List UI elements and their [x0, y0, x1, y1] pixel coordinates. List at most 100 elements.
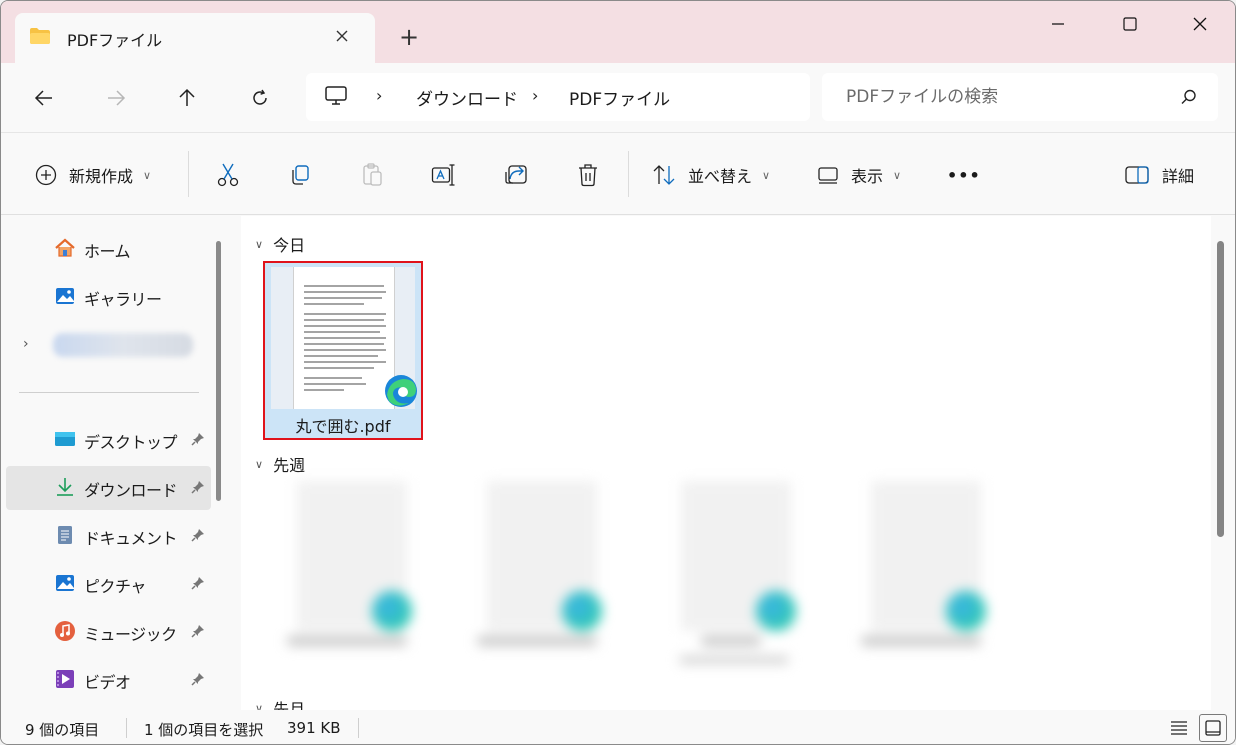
sidebar-item-documents[interactable]: ドキュメント [6, 514, 211, 558]
group-header-last-month[interactable]: ∨ 先月 [255, 696, 305, 710]
desktop-icon [55, 432, 75, 446]
arrow-left-icon [34, 90, 52, 106]
home-icon [55, 238, 75, 257]
pin-icon[interactable] [190, 431, 206, 447]
sidebar-divider [19, 392, 199, 393]
more-options-button[interactable]: ••• [947, 159, 981, 191]
sidebar-item-downloads[interactable]: ダウンロード [6, 466, 211, 510]
maximize-button[interactable] [1107, 7, 1153, 41]
forward-button[interactable] [99, 81, 133, 115]
pictures-icon [56, 575, 74, 591]
back-button[interactable] [27, 81, 61, 115]
sort-button[interactable]: 並べ替え ∨ [652, 159, 770, 191]
details-pane-button[interactable]: 詳細 [1124, 159, 1194, 191]
sidebar-item-label: ビデオ [84, 673, 131, 692]
view-label: 表示 [851, 167, 884, 186]
sidebar-item-music[interactable]: ミュージック [6, 610, 211, 654]
minimize-button[interactable] [1035, 7, 1081, 41]
navigation-bar: › ダウンロード › PDFファイル [1, 63, 1235, 131]
refresh-button[interactable] [243, 81, 277, 115]
file-item-selected[interactable]: 丸で囲む.pdf [263, 261, 423, 440]
rename-button[interactable] [428, 159, 460, 191]
file-item-blurred[interactable] [661, 481, 796, 671]
address-bar[interactable]: › ダウンロード › PDFファイル [306, 73, 810, 121]
up-button[interactable] [170, 81, 204, 115]
sidebar-item-label: ギャラリー [84, 290, 162, 309]
trash-icon [579, 164, 597, 187]
clipboard-icon [363, 163, 382, 186]
search-box[interactable] [822, 73, 1218, 121]
file-item-blurred[interactable] [277, 481, 412, 671]
chevron-down-icon: ∨ [255, 701, 264, 711]
arrow-right-icon [108, 90, 126, 106]
breadcrumb-separator: › [376, 86, 383, 105]
selection-size: 391 KB [287, 719, 341, 737]
close-icon [1193, 17, 1207, 31]
file-name: 丸で囲む.pdf [295, 417, 391, 436]
breadcrumb-separator: › [532, 86, 539, 105]
details-label: 詳細 [1162, 167, 1195, 186]
minimize-icon [1052, 23, 1064, 25]
sidebar-item-label: ドキュメント [84, 529, 178, 548]
sidebar-item-home[interactable]: ホーム [6, 227, 211, 271]
sort-icon [653, 165, 675, 185]
folder-icon [30, 28, 50, 44]
new-button[interactable]: 新規作成 ∨ [35, 159, 151, 191]
breadcrumb-pdf-folder[interactable]: PDFファイル [569, 85, 670, 110]
chevron-right-icon[interactable]: › [23, 336, 29, 352]
large-icons-view-button[interactable] [1199, 714, 1227, 742]
breadcrumb-downloads[interactable]: ダウンロード [416, 85, 518, 110]
sidebar-item-gallery[interactable]: ギャラリー [6, 275, 211, 319]
tab-title: PDFファイル [67, 31, 163, 50]
chevron-down-icon: ∨ [143, 168, 152, 182]
command-bar: 新規作成 ∨ 並べ替え ∨ 表示 ∨ ••• 詳細 [1, 132, 1235, 215]
sidebar-item-label: ダウンロード [84, 481, 178, 500]
navigation-pane: ホーム ギャラリー › デスクトップ ダウンロード ドキュメント ピクチャ ミュ… [1, 216, 223, 710]
content-scrollbar[interactable] [1217, 241, 1224, 537]
arrow-up-icon [179, 88, 195, 106]
delete-button[interactable] [572, 159, 604, 191]
tab-pdf-folder[interactable]: PDFファイル [15, 13, 375, 63]
search-input[interactable] [822, 73, 1182, 121]
sidebar-item-blurred[interactable] [53, 333, 193, 357]
details-pane-icon [1125, 166, 1149, 184]
status-bar: 9 個の項目 1 個の項目を選択 391 KB [1, 710, 1235, 744]
details-view-button[interactable] [1165, 714, 1193, 742]
file-item-blurred[interactable] [467, 481, 602, 671]
pin-icon[interactable] [190, 527, 206, 543]
pin-icon[interactable] [190, 671, 206, 687]
group-header-last-week[interactable]: ∨ 先週 [255, 452, 305, 476]
sort-label: 並べ替え [688, 167, 753, 186]
sidebar-item-desktop[interactable]: デスクトップ [6, 418, 211, 462]
new-button-label: 新規作成 [69, 167, 134, 186]
cut-button[interactable] [212, 159, 244, 191]
chevron-down-icon: ∨ [893, 168, 902, 182]
refresh-icon [253, 89, 267, 105]
title-bar: PDFファイル + [1, 1, 1235, 63]
sidebar-item-videos[interactable]: ビデオ [6, 658, 211, 702]
tile-view-icon [1205, 720, 1221, 736]
item-count: 9 個の項目 [25, 721, 100, 739]
sidebar-item-pictures[interactable]: ピクチャ [6, 562, 211, 606]
tab-close-icon[interactable] [331, 25, 353, 47]
pin-icon[interactable] [190, 479, 206, 495]
chevron-down-icon: ∨ [762, 168, 771, 182]
rename-icon [431, 164, 455, 186]
view-button[interactable]: 表示 ∨ [817, 159, 901, 191]
group-header-today[interactable]: ∨ 今日 [255, 232, 305, 256]
sidebar-item-label: ミュージック [84, 625, 177, 644]
share-button[interactable] [500, 159, 532, 191]
copy-button[interactable] [284, 159, 316, 191]
pin-icon[interactable] [190, 575, 206, 591]
pin-icon[interactable] [190, 623, 206, 639]
close-button[interactable] [1177, 7, 1223, 41]
edge-icon [385, 375, 417, 407]
file-item-blurred[interactable] [851, 481, 986, 671]
copy-icon [292, 165, 309, 185]
chevron-down-icon: ∨ [255, 237, 264, 251]
paste-button[interactable] [356, 159, 388, 191]
plus-circle-icon [35, 164, 57, 186]
new-tab-button[interactable]: + [395, 23, 423, 51]
toolbar-divider [628, 151, 629, 197]
sidebar-scrollbar[interactable] [216, 241, 221, 501]
